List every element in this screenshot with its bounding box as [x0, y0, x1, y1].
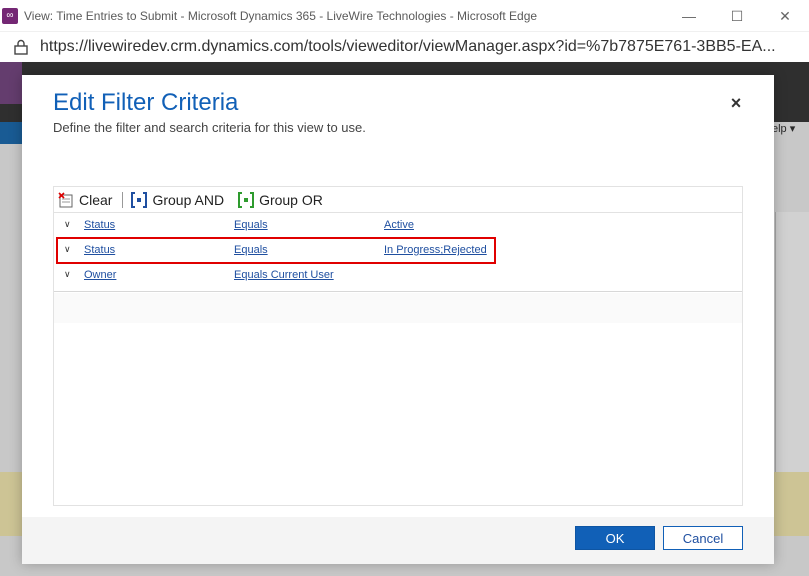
filter-criteria-panel: Clear Group AND Group OR ∨ Status Equals… [53, 186, 743, 506]
minimize-button[interactable]: — [665, 0, 713, 32]
filter-value-link[interactable]: Active [384, 219, 414, 231]
window-title: View: Time Entries to Submit - Microsoft… [24, 8, 538, 23]
group-or-button[interactable]: Group OR [238, 191, 323, 208]
edit-filter-dialog: Edit Filter Criteria Define the filter a… [22, 75, 774, 564]
toolbar-separator [122, 191, 124, 208]
ok-button[interactable]: OK [575, 526, 655, 550]
filter-row: ∨ Owner Equals Current User [54, 263, 742, 288]
dialog-subtitle: Define the filter and search criteria fo… [53, 120, 366, 135]
maximize-button[interactable]: ☐ [713, 0, 761, 32]
close-dialog-button[interactable]: × [728, 94, 744, 112]
empty-row-area [54, 293, 742, 323]
clear-label: Clear [79, 191, 113, 208]
group-or-label: Group OR [259, 191, 323, 208]
filter-field-link[interactable]: Owner [84, 269, 116, 281]
filter-toolbar: Clear Group AND Group OR [54, 187, 742, 213]
highlight-box [56, 237, 496, 264]
clear-icon [58, 191, 74, 208]
window-controls: — ☐ ✕ [665, 0, 809, 32]
close-window-button[interactable]: ✕ [761, 0, 809, 32]
dialog-title: Edit Filter Criteria [53, 89, 239, 116]
group-or-icon [238, 191, 255, 208]
chevron-down-icon[interactable]: ∨ [64, 219, 71, 230]
group-and-button[interactable]: Group AND [131, 191, 225, 208]
filter-field-link[interactable]: Status [84, 219, 115, 231]
filter-operator-link[interactable]: Equals [234, 219, 268, 231]
filter-row: ∨ Status Equals Active [54, 213, 742, 238]
window-titlebar: ∞ View: Time Entries to Submit - Microso… [0, 0, 809, 32]
address-bar[interactable]: https://livewiredev.crm.dynamics.com/too… [0, 32, 809, 62]
url-text[interactable]: https://livewiredev.crm.dynamics.com/too… [40, 38, 809, 56]
cancel-button[interactable]: Cancel [663, 526, 743, 550]
dynamics-app-icon: ∞ [2, 7, 18, 24]
chevron-down-icon[interactable]: ∨ [64, 269, 71, 280]
dialog-footer: OK Cancel [22, 517, 774, 564]
filter-operator-link[interactable]: Equals Current User [234, 269, 334, 281]
rows-divider [54, 291, 742, 292]
group-and-label: Group AND [152, 191, 225, 208]
clear-button[interactable]: Clear [58, 192, 112, 208]
lock-icon [10, 39, 32, 55]
group-and-icon [131, 191, 148, 208]
